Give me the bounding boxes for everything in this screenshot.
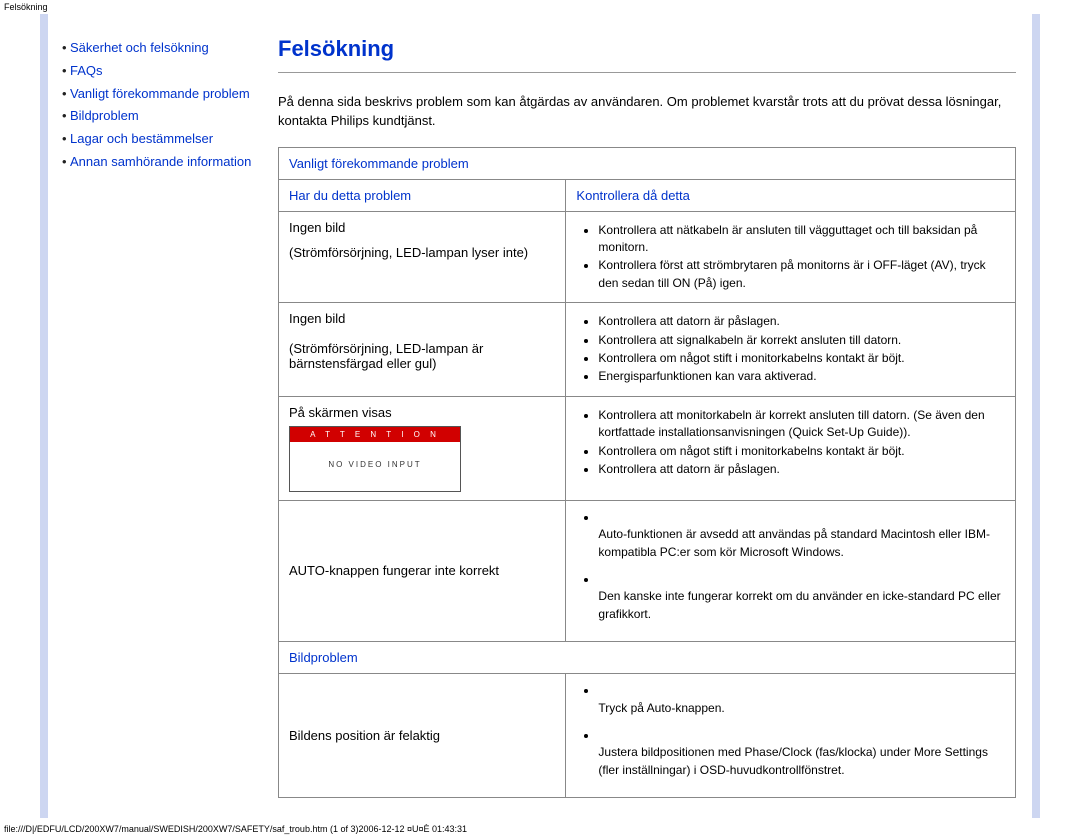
section-header-row: Vanligt förekommande problem (279, 147, 1016, 179)
sidebar-link[interactable]: FAQs (70, 61, 103, 82)
table-row: Ingen bild (Strömförsörjning, LED-lampan… (279, 211, 1016, 303)
troubleshoot-table: Vanligt förekommande problem Har du dett… (278, 147, 1016, 798)
problem-line: Ingen bild (289, 311, 345, 326)
section-2-title: Bildproblem (279, 642, 1016, 674)
check-item: Auto-funktionen är avsedd att användas p… (598, 509, 1005, 561)
section-1-title: Vanligt förekommande problem (279, 147, 1016, 179)
table-row: Bildens position är felaktig Tryck på Au… (279, 674, 1016, 798)
sidebar-link[interactable]: Lagar och bestämmelser (70, 129, 213, 150)
problem-cell: Bildens position är felaktig (279, 674, 566, 798)
check-item: Kontrollera om något stift i monitorkabe… (598, 350, 1005, 367)
problem-cell: AUTO-knappen fungerar inte korrekt (279, 500, 566, 641)
check-cell: Kontrollera att nätkabeln är ansluten ti… (566, 211, 1016, 303)
divider (278, 72, 1016, 73)
bullet-icon: • (62, 152, 70, 173)
footer-path: file:///D|/EDFU/LCD/200XW7/manual/SWEDIS… (0, 818, 1080, 838)
sidebar-item-picture-problems[interactable]: • Bildproblem (62, 106, 252, 127)
page-label: Felsökning (0, 0, 1080, 14)
check-cell: Tryck på Auto-knappen. Justera bildposit… (566, 674, 1016, 798)
problem-line: (Strömförsörjning, LED-lampan är bärnste… (289, 341, 483, 371)
table-row: Ingen bild (Strömförsörjning, LED-lampan… (279, 303, 1016, 397)
check-list: Kontrollera att monitorkabeln är korrekt… (576, 407, 1005, 479)
column-header-row: Har du detta problem Kontrollera då dett… (279, 179, 1016, 211)
problem-line: Ingen bild (289, 220, 555, 235)
problem-cell: På skärmen visas A T T E N T I O N NO VI… (279, 396, 566, 500)
decor-right-bar (1032, 14, 1040, 818)
col-problem-header: Har du detta problem (279, 179, 566, 211)
check-item: Kontrollera att monitorkabeln är korrekt… (598, 407, 1005, 442)
problem-cell: Ingen bild (Strömförsörjning, LED-lampan… (279, 303, 566, 397)
problem-line: På skärmen visas (289, 405, 392, 420)
sidebar-item-common-problems[interactable]: • Vanligt förekommande problem (62, 84, 252, 105)
attention-message: NO VIDEO INPUT (290, 442, 460, 491)
sidebar-item-safety[interactable]: • Säkerhet och felsökning (62, 38, 252, 59)
check-item: Kontrollera att datorn är påslagen. (598, 461, 1005, 478)
check-cell: Kontrollera att datorn är påslagen. Kont… (566, 303, 1016, 397)
check-item: Justera bildpositionen med Phase/Clock (… (598, 727, 1005, 779)
check-item: Energisparfunktionen kan vara aktiverad. (598, 368, 1005, 385)
bullet-icon: • (62, 38, 70, 59)
problem-line: AUTO-knappen fungerar inte korrekt (289, 563, 499, 578)
attention-graphic: A T T E N T I O N NO VIDEO INPUT (289, 426, 461, 492)
attention-banner: A T T E N T I O N (290, 427, 460, 442)
bullet-icon: • (62, 61, 70, 82)
decor-left-bar (40, 14, 48, 818)
bullet-icon: • (62, 106, 70, 127)
problem-line: Bildens position är felaktig (289, 728, 440, 743)
table-row: AUTO-knappen fungerar inte korrekt Auto-… (279, 500, 1016, 641)
bullet-icon: • (62, 129, 70, 150)
sidebar-item-other-info[interactable]: • Annan samhörande information (62, 152, 252, 173)
check-cell: Auto-funktionen är avsedd att användas p… (566, 500, 1016, 641)
sidebar-link[interactable]: Annan samhörande information (70, 152, 251, 173)
problem-cell: Ingen bild (Strömförsörjning, LED-lampan… (279, 211, 566, 303)
sidebar-nav: • Säkerhet och felsökning • FAQs • Vanli… (48, 14, 262, 818)
sidebar-link[interactable]: Vanligt förekommande problem (70, 84, 250, 105)
check-item: Kontrollera att datorn är påslagen. (598, 313, 1005, 330)
check-list: Tryck på Auto-knappen. Justera bildposit… (576, 682, 1005, 779)
main-content: Felsökning På denna sida beskrivs proble… (262, 14, 1032, 818)
section-header-row: Bildproblem (279, 642, 1016, 674)
check-list: Auto-funktionen är avsedd att användas p… (576, 509, 1005, 623)
sidebar-link[interactable]: Bildproblem (70, 106, 139, 127)
check-list: Kontrollera att nätkabeln är ansluten ti… (576, 222, 1005, 293)
table-row: På skärmen visas A T T E N T I O N NO VI… (279, 396, 1016, 500)
check-cell: Kontrollera att monitorkabeln är korrekt… (566, 396, 1016, 500)
page-title: Felsökning (278, 36, 1016, 62)
intro-text: På denna sida beskrivs problem som kan å… (278, 93, 1016, 131)
check-item: Kontrollera om något stift i monitorkabe… (598, 443, 1005, 460)
problem-line: (Strömförsörjning, LED-lampan lyser inte… (289, 245, 528, 260)
bullet-icon: • (62, 84, 70, 105)
sidebar-item-regulations[interactable]: • Lagar och bestämmelser (62, 129, 252, 150)
sidebar-item-faqs[interactable]: • FAQs (62, 61, 252, 82)
sidebar-link[interactable]: Säkerhet och felsökning (70, 38, 209, 59)
check-item: Kontrollera först att strömbrytaren på m… (598, 257, 1005, 292)
check-item: Kontrollera att signalkabeln är korrekt … (598, 332, 1005, 349)
check-list: Kontrollera att datorn är påslagen. Kont… (576, 313, 1005, 386)
check-item: Kontrollera att nätkabeln är ansluten ti… (598, 222, 1005, 257)
check-item: Tryck på Auto-knappen. (598, 682, 1005, 717)
check-item: Den kanske inte fungerar korrekt om du a… (598, 571, 1005, 623)
col-check-header: Kontrollera då detta (566, 179, 1016, 211)
